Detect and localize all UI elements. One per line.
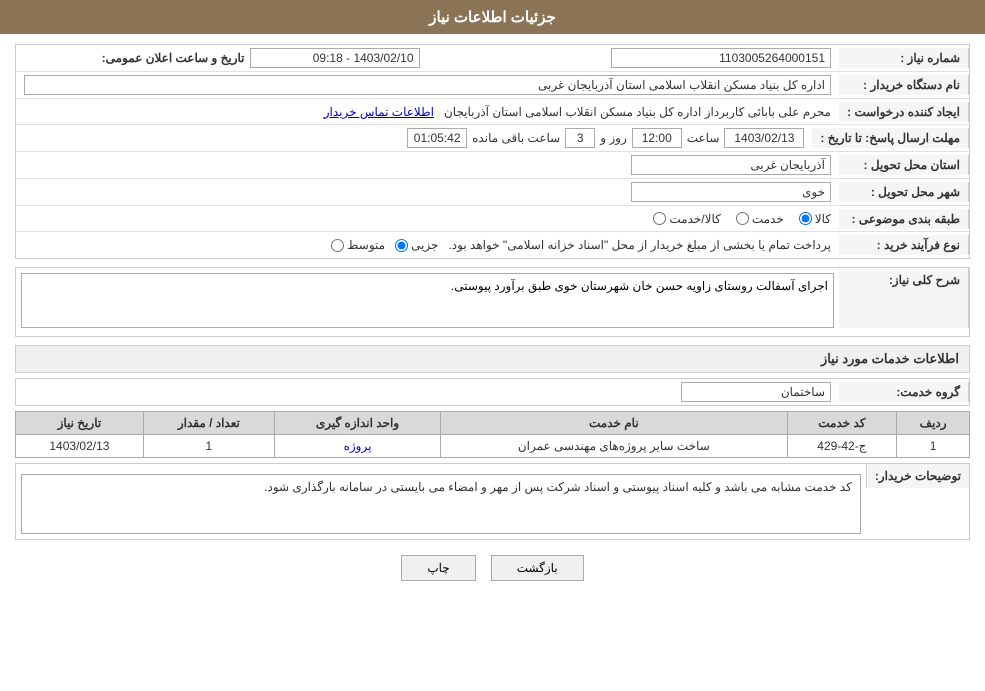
purchase-type-row: نوع فرآیند خرید : متوسط جزیی پرداخت تمام…	[16, 232, 969, 258]
buyer-notes-section: توضیحات خریدار: کد خدمت مشابه می باشد و …	[15, 463, 970, 540]
need-number-value: 1103005264000151	[428, 45, 840, 71]
deadline-label: مهلت ارسال پاسخ: تا تاریخ :	[812, 128, 969, 148]
need-number-row: شماره نیاز : 1103005264000151 1403/02/10…	[16, 45, 969, 72]
deadline-time-label: ساعت	[687, 131, 720, 145]
service-group-input: ساختمان	[681, 382, 831, 402]
buyer-org-input: اداره کل بنیاد مسکن انقلاب اسلامی استان …	[24, 75, 831, 95]
province-row: استان محل تحویل : آذربایجان غربی	[16, 152, 969, 179]
announce-row: 1403/02/10 - 09:18 تاریخ و ساعت اعلان عم…	[16, 45, 428, 71]
col-header-name: نام خدمت	[441, 412, 787, 435]
table-cell: 1	[143, 435, 274, 458]
deadline-row: مهلت ارسال پاسخ: تا تاریخ : 1403/02/13 س…	[16, 125, 969, 152]
purchase-type-partial: جزیی	[395, 238, 438, 252]
buyer-notes-box: کد خدمت مشابه می باشد و کلیه اسناد پیوست…	[21, 474, 861, 534]
col-header-row-num: ردیف	[897, 412, 970, 435]
back-button[interactable]: بازگشت	[491, 555, 584, 581]
category-row: طبقه بندی موضوعی : کالا/خدمت خدمت کالا	[16, 206, 969, 232]
services-section-title: اطلاعات خدمات مورد نیاز	[15, 345, 970, 373]
page-title: جزئیات اطلاعات نیاز	[429, 9, 556, 26]
province-value: آذربایجان غربی	[16, 152, 839, 178]
buyer-org-label: نام دستگاه خریدار :	[839, 75, 969, 95]
deadline-date: 1403/02/13	[724, 128, 804, 148]
table-cell: ساخت سایر پروژه‌های مهندسی عمران	[441, 435, 787, 458]
city-row: شهر محل تحویل : خوی	[16, 179, 969, 206]
purchase-type-group: متوسط جزیی پرداخت تمام یا بخشی از مبلغ خ…	[24, 238, 831, 252]
purchase-type-value: متوسط جزیی پرداخت تمام یا بخشی از مبلغ خ…	[16, 235, 839, 255]
province-label: استان محل تحویل :	[839, 155, 969, 175]
buyer-notes-label: توضیحات خریدار:	[866, 464, 969, 488]
city-input: خوی	[631, 182, 831, 202]
service-group-label: گروه خدمت:	[839, 382, 969, 402]
purchase-type-note: پرداخت تمام یا بخشی از مبلغ خریدار از مح…	[448, 238, 831, 252]
general-desc-content	[16, 268, 839, 336]
button-row: بازگشت چاپ	[15, 555, 970, 581]
general-desc-textarea[interactable]	[21, 273, 834, 328]
creator-text: محرم علی بابائی کاربرداز اداره کل بنیاد …	[444, 105, 831, 119]
city-label: شهر محل تحویل :	[839, 182, 969, 202]
print-button[interactable]: چاپ	[401, 555, 475, 581]
purchase-medium-label: متوسط	[347, 238, 385, 252]
purchase-type-medium: متوسط	[331, 238, 385, 252]
category-khedmat-radio[interactable]	[736, 212, 749, 225]
buyer-org-row: نام دستگاه خریدار : اداره کل بنیاد مسکن …	[16, 72, 969, 99]
creator-row: ایجاد کننده درخواست : محرم علی بابائی کا…	[16, 99, 969, 125]
deadline-remaining-label: ساعت باقی مانده	[472, 131, 560, 145]
main-info-section: شماره نیاز : 1103005264000151 1403/02/10…	[15, 44, 970, 259]
table-header-row: ردیف کد خدمت نام خدمت واحد اندازه گیری ت…	[16, 412, 970, 435]
category-kala-khedmat-radio[interactable]	[653, 212, 666, 225]
deadline-date-row: 1403/02/13 ساعت 12:00 روز و 3 ساعت باقی …	[24, 128, 804, 148]
col-header-date: تاریخ نیاز	[16, 412, 144, 435]
need-number-input: 1103005264000151	[611, 48, 831, 68]
announce-label: تاریخ و ساعت اعلان عمومی:	[102, 51, 245, 65]
creator-value: محرم علی بابائی کاربرداز اداره کل بنیاد …	[16, 102, 839, 122]
col-header-quantity: تعداد / مقدار	[143, 412, 274, 435]
category-kala-radio[interactable]	[799, 212, 812, 225]
services-table-body: 1ج-42-429ساخت سایر پروژه‌های مهندسی عمرا…	[16, 435, 970, 458]
deadline-value: 1403/02/13 ساعت 12:00 روز و 3 ساعت باقی …	[16, 125, 812, 151]
services-table-wrapper: ردیف کد خدمت نام خدمت واحد اندازه گیری ت…	[15, 411, 970, 458]
purchase-type-label: نوع فرآیند خرید :	[839, 235, 969, 255]
category-kala-label: کالا	[815, 212, 831, 226]
table-cell: ج-42-429	[787, 435, 897, 458]
deadline-days: 3	[565, 128, 595, 148]
buyer-notes-text: کد خدمت مشابه می باشد و کلیه اسناد پیوست…	[264, 480, 852, 494]
category-option-kala: کالا	[799, 212, 831, 226]
announce-value: 1403/02/10 - 09:18	[250, 48, 420, 68]
purchase-partial-radio[interactable]	[395, 239, 408, 252]
page-header: جزئیات اطلاعات نیاز	[0, 0, 985, 34]
category-radio-group: کالا/خدمت خدمت کالا	[24, 212, 831, 226]
category-khedmat-label: خدمت	[752, 212, 784, 226]
col-header-code: کد خدمت	[787, 412, 897, 435]
city-value: خوی	[16, 179, 839, 205]
deadline-time: 12:00	[632, 128, 682, 148]
need-number-label: شماره نیاز :	[839, 48, 969, 68]
table-cell: 1	[897, 435, 970, 458]
table-row: 1ج-42-429ساخت سایر پروژه‌های مهندسی عمرا…	[16, 435, 970, 458]
deadline-days-label: روز و	[600, 131, 627, 145]
table-cell: پروژه	[274, 435, 440, 458]
table-cell: 1403/02/13	[16, 435, 144, 458]
creator-link[interactable]: اطلاعات تماس خریدار	[324, 105, 434, 119]
category-option-khedmat: خدمت	[736, 212, 784, 226]
category-option-kala-khedmat: کالا/خدمت	[653, 212, 720, 226]
buyer-org-value: اداره کل بنیاد مسکن انقلاب اسلامی استان …	[16, 72, 839, 98]
service-group-row: گروه خدمت: ساختمان	[15, 378, 970, 406]
general-desc-section: شرح کلی نیاز:	[15, 267, 970, 337]
purchase-partial-label: جزیی	[411, 238, 438, 252]
category-label: طبقه بندی موضوعی :	[839, 209, 969, 229]
services-table: ردیف کد خدمت نام خدمت واحد اندازه گیری ت…	[15, 411, 970, 458]
buyer-notes-content: کد خدمت مشابه می باشد و کلیه اسناد پیوست…	[16, 464, 866, 539]
creator-label: ایجاد کننده درخواست :	[839, 102, 969, 122]
deadline-remaining: 01:05:42	[407, 128, 467, 148]
category-kala-khedmat-label: کالا/خدمت	[669, 212, 720, 226]
general-desc-label: شرح کلی نیاز:	[839, 268, 969, 328]
col-header-unit: واحد اندازه گیری	[274, 412, 440, 435]
service-group-value: ساختمان	[16, 379, 839, 405]
province-input: آذربایجان غربی	[631, 155, 831, 175]
purchase-medium-radio[interactable]	[331, 239, 344, 252]
category-value: کالا/خدمت خدمت کالا	[16, 209, 839, 229]
